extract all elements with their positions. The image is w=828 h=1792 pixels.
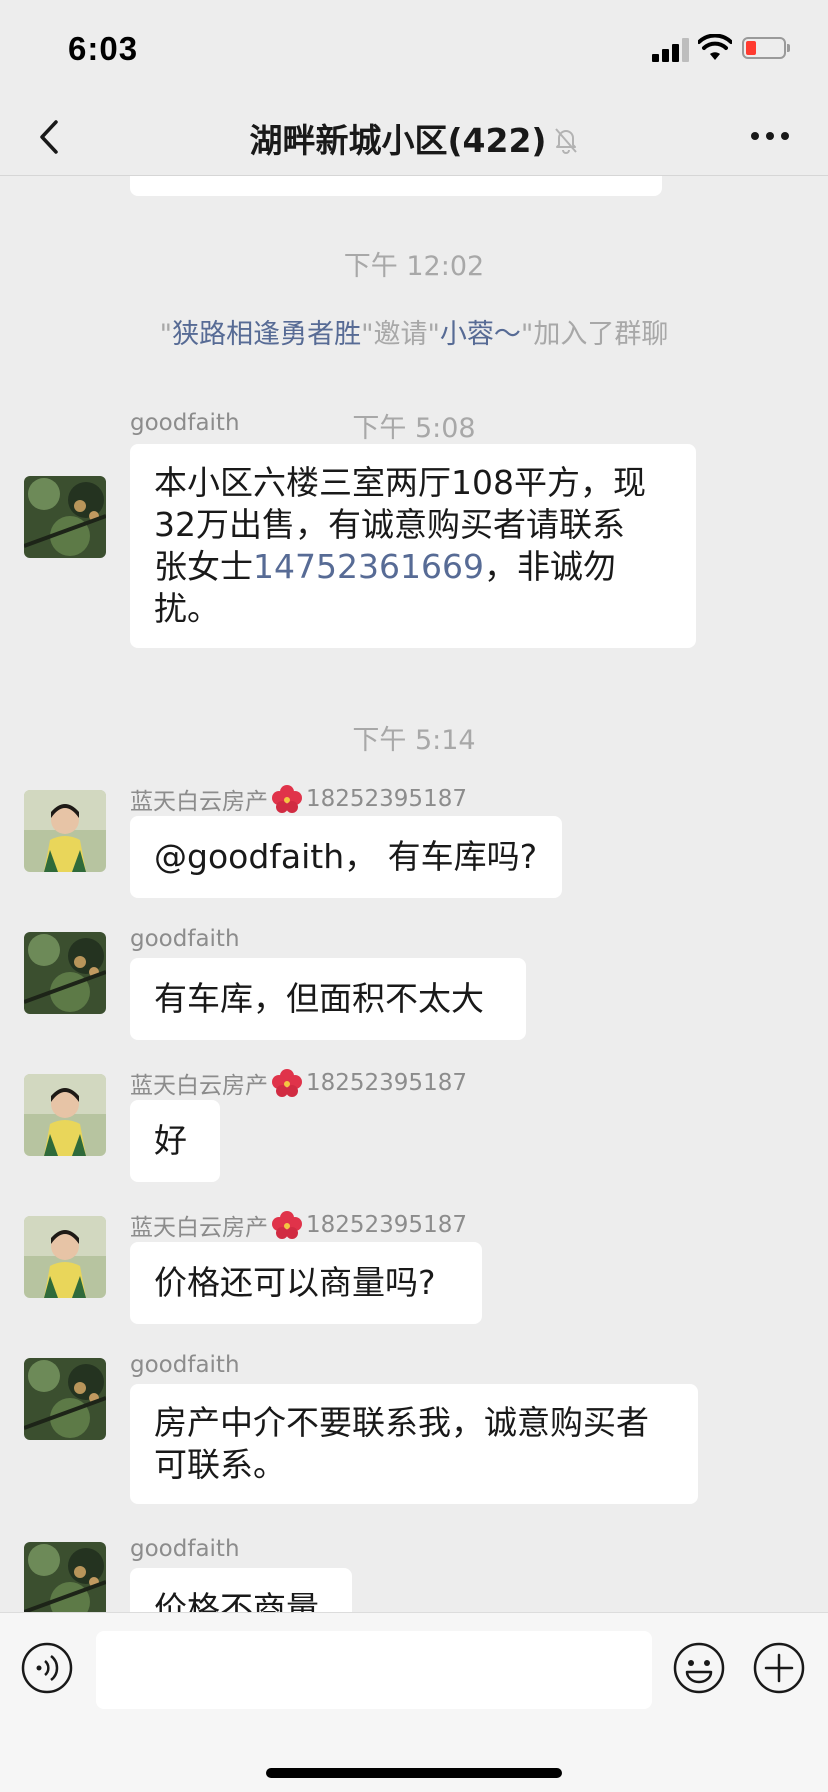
- voice-icon[interactable]: [20, 1641, 74, 1695]
- avatar-goodfaith[interactable]: [24, 476, 106, 558]
- hibiscus-icon: [272, 785, 302, 813]
- avatar-lantian[interactable]: [24, 790, 106, 872]
- avatar-goodfaith[interactable]: [24, 1358, 106, 1440]
- system-message: "狭路相逢勇者胜"邀请"小蓉～"加入了群聊: [159, 319, 669, 350]
- sender-name: 蓝天白云房产 18252395187: [130, 785, 467, 815]
- sender-name: goodfaith: [130, 926, 240, 952]
- avatar-lantian[interactable]: [24, 1074, 106, 1156]
- hibiscus-icon: [272, 1211, 302, 1239]
- message-bubble[interactable]: 价格不商量: [130, 1568, 352, 1612]
- battery-icon: [742, 37, 792, 61]
- hibiscus-icon: [272, 1069, 302, 1097]
- message-bubble[interactable]: @goodfaith， 有车库吗?: [130, 816, 562, 898]
- sender-name: 蓝天白云房产 18252395187: [130, 1211, 467, 1241]
- sender-name: 蓝天白云房产 18252395187: [130, 1069, 467, 1099]
- message-bubble[interactable]: 本小区六楼三室两厅108平方，现 32万出售，有诚意购买者请联系 张女士1475…: [130, 444, 696, 648]
- plus-icon[interactable]: [752, 1641, 806, 1695]
- input-bar: [0, 1612, 828, 1792]
- wifi-icon: [698, 34, 732, 60]
- status-bar: 6:03: [0, 0, 828, 100]
- message-bubble[interactable]: 有车库，但面积不太大: [130, 958, 526, 1040]
- invitee-name[interactable]: 小蓉～: [440, 319, 521, 350]
- home-indicator: [266, 1768, 562, 1778]
- more-dots-icon[interactable]: [750, 130, 790, 142]
- cellular-signal-icon: [652, 38, 689, 62]
- nav-bar: 湖畔新城小区(422): [0, 100, 828, 176]
- sender-name: goodfaith: [130, 1352, 240, 1378]
- message-bubble-partial[interactable]: [130, 176, 662, 196]
- status-time: 6:03: [68, 30, 139, 67]
- avatar-goodfaith[interactable]: [24, 932, 106, 1014]
- timestamp: 下午 12:02: [343, 251, 485, 282]
- message-bubble[interactable]: 房产中介不要联系我，诚意购买者 可联系。: [130, 1384, 698, 1504]
- timestamp: 下午 5:08: [352, 413, 476, 444]
- emoji-icon[interactable]: [672, 1641, 726, 1695]
- avatar-lantian[interactable]: [24, 1216, 106, 1298]
- sender-name: goodfaith: [130, 410, 240, 436]
- title-wrap: 湖畔新城小区(422): [0, 100, 828, 176]
- message-bubble[interactable]: 价格还可以商量吗?: [130, 1242, 482, 1324]
- phone-link[interactable]: 14752361669: [253, 547, 484, 586]
- message-bubble[interactable]: 好: [130, 1100, 220, 1182]
- chat-area[interactable]: 下午 12:02 "狭路相逢勇者胜"邀请"小蓉～"加入了群聊 下午 5:08 g…: [0, 176, 828, 1612]
- avatar-goodfaith[interactable]: [24, 1542, 106, 1612]
- chat-title: 湖畔新城小区(422): [249, 121, 547, 160]
- bell-off-icon: [554, 128, 577, 154]
- message-input[interactable]: [96, 1631, 652, 1709]
- inviter-name[interactable]: 狭路相逢勇者胜: [172, 319, 361, 350]
- timestamp: 下午 5:14: [352, 725, 476, 756]
- sender-name: goodfaith: [130, 1536, 240, 1562]
